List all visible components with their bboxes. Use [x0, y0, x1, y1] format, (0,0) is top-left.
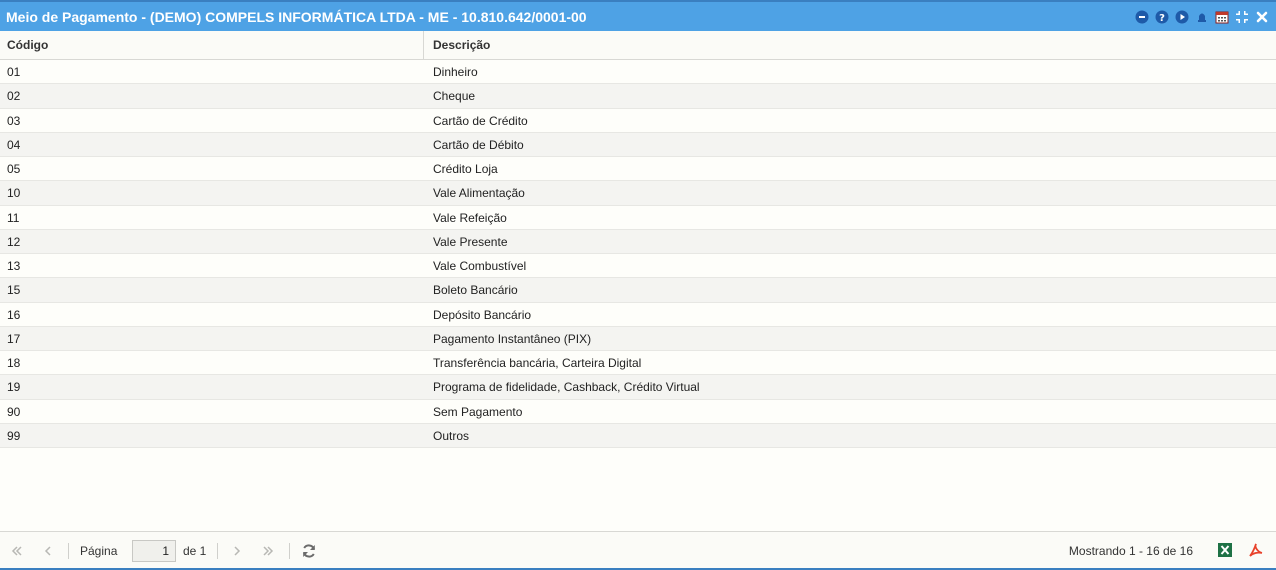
- help-icon[interactable]: ?: [1154, 9, 1170, 25]
- description-cell: Depósito Bancário: [433, 307, 532, 322]
- grid-header: Código Descrição: [0, 31, 1276, 60]
- pager-separator: [217, 543, 218, 559]
- description-cell: Vale Alimentação: [433, 186, 525, 201]
- code-cell: 11: [7, 210, 20, 225]
- page-count-label: de 1: [183, 544, 207, 558]
- svg-text:?: ?: [1159, 13, 1165, 24]
- close-icon[interactable]: [1254, 9, 1270, 25]
- page-number-input[interactable]: [132, 540, 176, 562]
- description-cell: Crédito Loja: [433, 162, 498, 176]
- table-row[interactable]: 10 Vale Alimentação: [0, 181, 1276, 206]
- title-bar: Meio de Pagamento - (DEMO) COMPELS INFOR…: [0, 2, 1276, 31]
- description-cell: Vale Combustível: [433, 259, 527, 273]
- collapse-icon[interactable]: [1234, 9, 1250, 25]
- code-cell: 99: [7, 428, 21, 443]
- code-cell: 19: [7, 380, 21, 395]
- bell-icon[interactable]: [1194, 9, 1210, 25]
- column-header-description[interactable]: Descrição: [424, 31, 1276, 59]
- description-cell: Cartão de Débito: [433, 137, 524, 152]
- code-cell: 90: [7, 404, 21, 419]
- code-cell: 17: [7, 331, 21, 346]
- payment-methods-window: Meio de Pagamento - (DEMO) COMPELS INFOR…: [0, 0, 1276, 570]
- table-row[interactable]: 13 Vale Combustível: [0, 254, 1276, 279]
- last-page-icon[interactable]: [260, 543, 276, 559]
- description-cell: Vale Refeição: [433, 210, 507, 225]
- table-row[interactable]: 03 Cartão de Crédito: [0, 108, 1276, 133]
- code-cell: 01: [7, 65, 21, 79]
- description-cell: Pagamento Instantâneo (PIX): [433, 331, 592, 346]
- table-row[interactable]: 01 Dinheiro: [0, 60, 1276, 85]
- previous-page-icon[interactable]: [40, 543, 56, 559]
- code-cell: 15: [7, 283, 21, 298]
- table-row[interactable]: 17 Pagamento Instantâneo (PIX): [0, 326, 1276, 351]
- grid-body: 01 Dinheiro 02 Cheque 03 Cartão de Crédito 04 C…: [0, 60, 1276, 448]
- table-row[interactable]: 04 Cartão de Débito: [0, 132, 1276, 157]
- code-cell: 13: [7, 259, 21, 273]
- table-row[interactable]: 11 Vale Refeição: [0, 205, 1276, 230]
- code-cell: 04: [7, 137, 21, 152]
- table-row[interactable]: 19 Programa de fidelidade, Cashback, Créd…: [0, 375, 1276, 400]
- code-cell: 02: [7, 89, 21, 104]
- next-page-icon[interactable]: [229, 543, 245, 559]
- description-cell: Transferência bancária, Carteira Digital: [433, 356, 642, 370]
- code-cell: 12: [7, 234, 21, 249]
- description-cell: Cheque: [433, 89, 476, 104]
- record-count-status: Mostrando 1 - 16 de 16: [1068, 544, 1193, 558]
- column-header-code[interactable]: Código: [0, 31, 424, 59]
- first-page-icon[interactable]: [9, 543, 25, 559]
- description-cell: Vale Presente: [433, 234, 508, 249]
- pager-separator: [68, 543, 69, 559]
- table-row[interactable]: 18 Transferência bancária, Carteira Digit…: [0, 351, 1276, 376]
- refresh-icon[interactable]: [301, 543, 317, 559]
- table-row[interactable]: 16 Depósito Bancário: [0, 302, 1276, 327]
- window-title: Meio de Pagamento - (DEMO) COMPELS INFOR…: [6, 9, 587, 25]
- table-row[interactable]: 15 Boleto Bancário: [0, 278, 1276, 303]
- table-row[interactable]: 99 Outros: [0, 423, 1276, 448]
- description-cell: Programa de fidelidade, Cashback, Crédit…: [433, 380, 700, 395]
- table-row[interactable]: 02 Cheque: [0, 84, 1276, 109]
- description-cell: Cartão de Crédito: [433, 113, 528, 128]
- minimize-icon[interactable]: [1134, 9, 1150, 25]
- pdf-export-icon[interactable]: [1249, 543, 1263, 557]
- description-cell: Dinheiro: [433, 65, 478, 79]
- code-cell: 05: [7, 162, 21, 176]
- paging-toolbar: Página de 1 Mostrando 1 - 16 de 16: [0, 531, 1276, 569]
- code-cell: 16: [7, 307, 21, 322]
- description-cell: Outros: [433, 428, 470, 443]
- code-cell: 10: [7, 186, 21, 201]
- table-row[interactable]: 12 Vale Presente: [0, 229, 1276, 254]
- code-cell: 18: [7, 356, 21, 370]
- table-row[interactable]: 90 Sem Pagamento: [0, 399, 1276, 424]
- calendar-icon[interactable]: [1214, 9, 1230, 25]
- title-toolbar: ?: [1134, 8, 1270, 26]
- table-row[interactable]: 05 Crédito Loja: [0, 157, 1276, 182]
- excel-export-icon[interactable]: [1218, 543, 1232, 557]
- description-cell: Boleto Bancário: [433, 283, 518, 298]
- pager-separator: [289, 543, 290, 559]
- code-cell: 03: [7, 113, 21, 128]
- description-cell: Sem Pagamento: [433, 404, 523, 419]
- page-label: Página: [80, 544, 118, 558]
- play-icon[interactable]: [1174, 9, 1190, 25]
